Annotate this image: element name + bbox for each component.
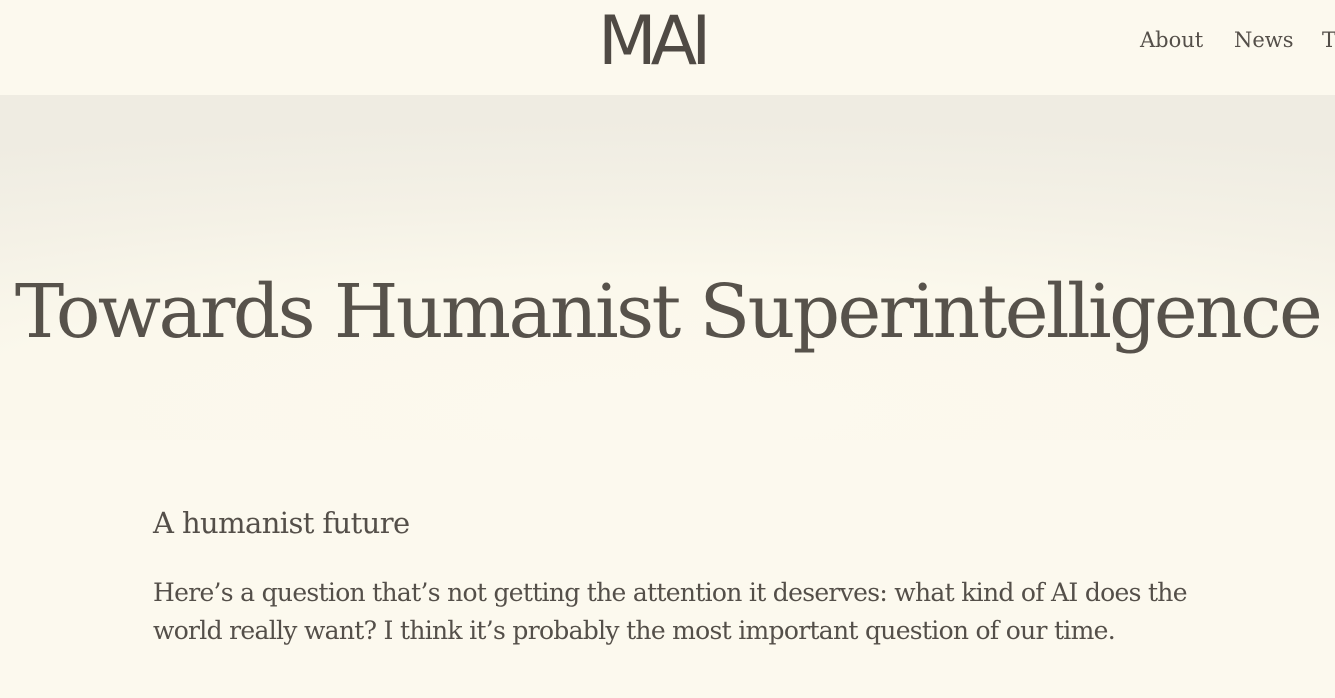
nav-link-truncated[interactable]: T <box>1322 24 1335 56</box>
article-body: A humanist future Here’s a question that… <box>153 500 1193 650</box>
site-header: MAI About News T <box>0 0 1335 95</box>
page-title: Towards Humanist Superintelligence <box>14 269 1323 355</box>
hero-banner <box>0 95 1335 440</box>
article-paragraph: Here’s a question that’s not getting the… <box>153 578 1187 645</box>
nav-link-about[interactable]: About <box>1140 24 1203 56</box>
nav-link-news[interactable]: News <box>1234 24 1294 56</box>
section-heading: A humanist future <box>153 506 410 540</box>
site-logo[interactable]: MAI <box>598 2 711 82</box>
